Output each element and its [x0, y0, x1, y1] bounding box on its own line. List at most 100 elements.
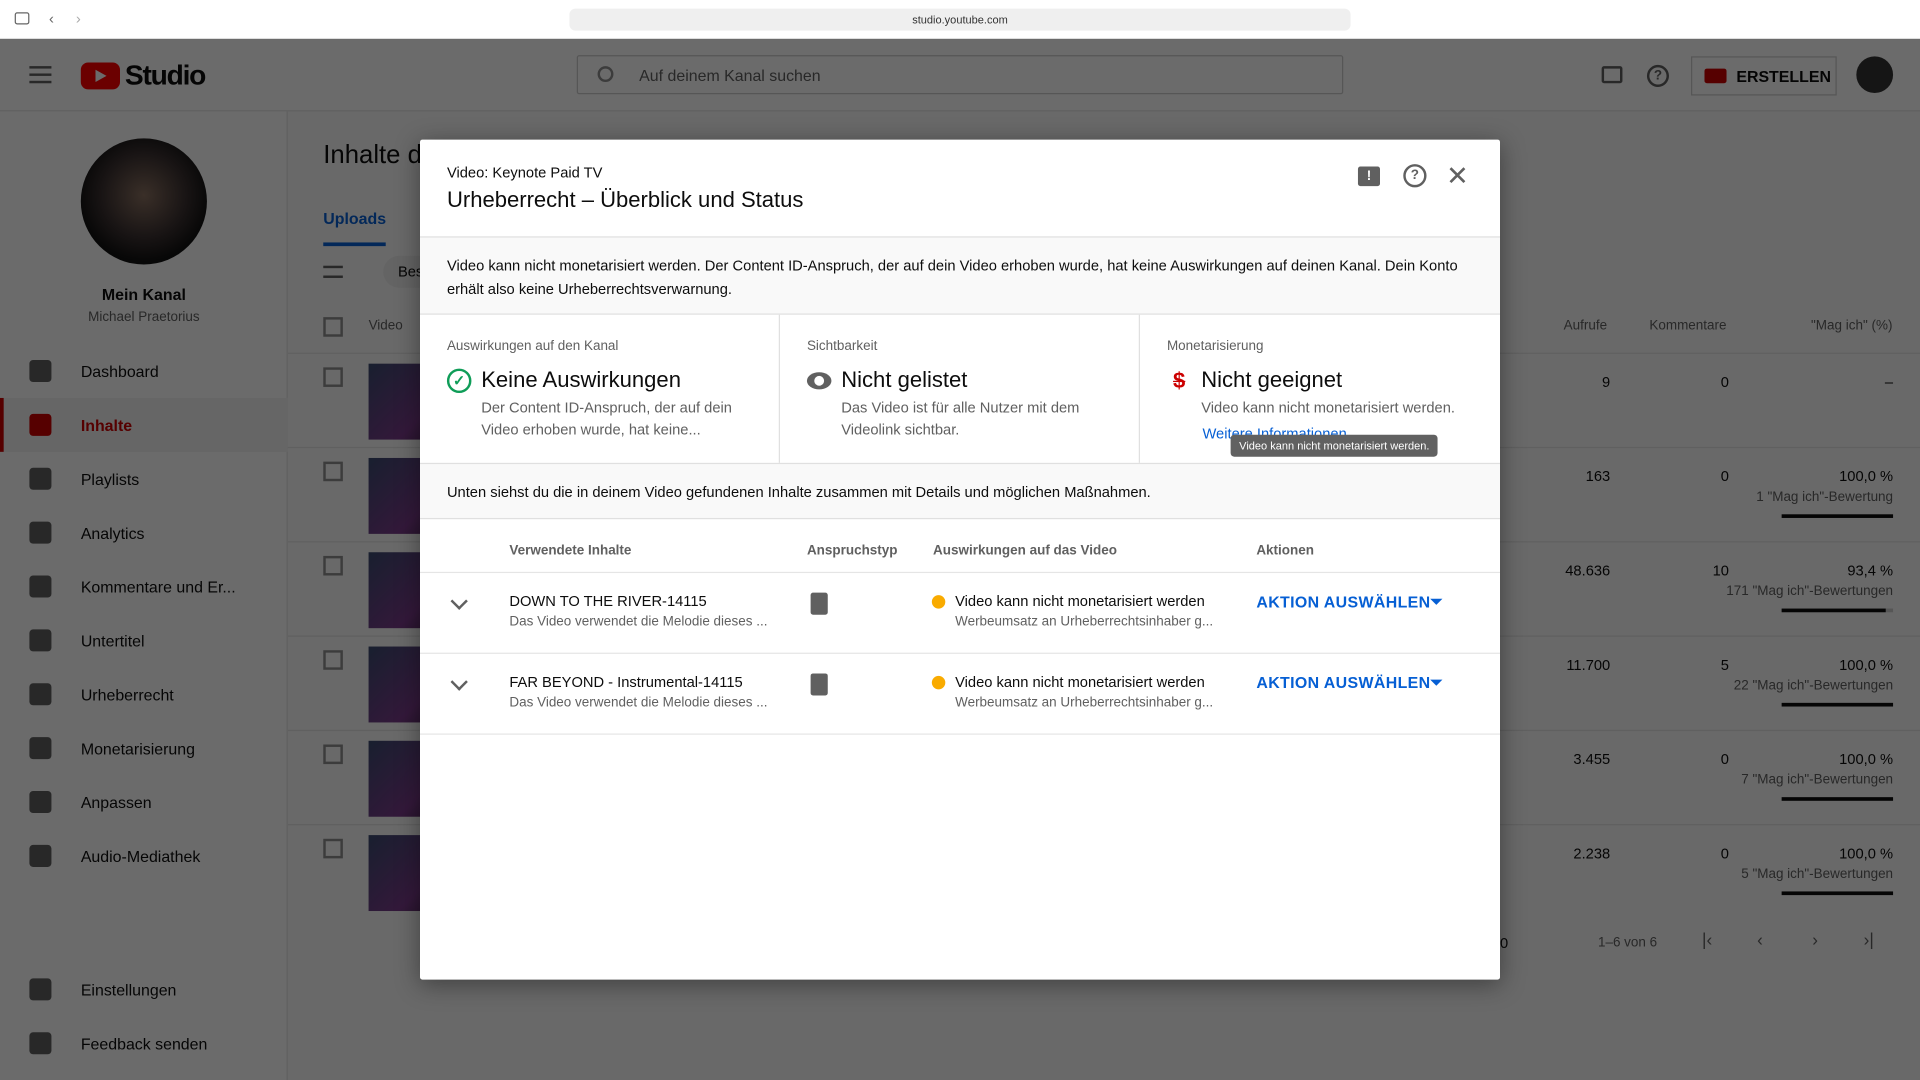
pagination-range: 1–6 von 6 — [1597, 935, 1658, 951]
sidebar-item-dashboard[interactable]: Dashboard — [0, 344, 288, 398]
likes-bar-fill — [1781, 891, 1894, 896]
row-checkbox[interactable] — [323, 744, 343, 765]
likes-bar — [1781, 797, 1894, 801]
comments-icon — [29, 575, 52, 598]
sidebar-item-feedback-senden[interactable]: Feedback senden — [0, 1016, 288, 1070]
col-likes[interactable]: "Mag ich" (%) — [1811, 318, 1892, 333]
row-checkbox[interactable] — [323, 650, 343, 670]
top-bar: Studio ? ERSTELLEN — [0, 39, 1920, 112]
likes-bar — [1781, 608, 1894, 613]
chevron-down-icon[interactable] — [450, 592, 468, 610]
sidebar-item-urheberrecht[interactable]: Urheberrecht — [0, 667, 288, 721]
comments: 0 — [1720, 373, 1729, 391]
prev-page-icon[interactable]: ‹ — [1757, 929, 1763, 949]
likes-count: 171 "Mag ich"-Bewertungen — [1726, 584, 1894, 599]
col-video: Video — [368, 318, 403, 334]
sidebar-item-label: Audio-Mediathek — [80, 846, 201, 866]
sidebar-toggle-icon[interactable] — [14, 12, 30, 25]
music-note-icon — [810, 592, 828, 615]
sidebar-item-inhalte[interactable]: Inhalte — [0, 397, 288, 452]
col-impact: Auswirkungen auf das Video — [933, 543, 1117, 559]
close-icon[interactable]: ✕ — [1446, 160, 1469, 192]
likes-count: 5 "Mag ich"-Bewertungen — [1741, 866, 1894, 882]
sidebar-item-analytics[interactable]: Analytics — [0, 506, 288, 560]
feedback-icon — [29, 1032, 52, 1055]
select-all-checkbox[interactable] — [323, 317, 343, 337]
sidebar-item-label: Dashboard — [80, 361, 159, 381]
chevron-down-icon[interactable] — [450, 673, 468, 691]
col-actions: Aktionen — [1256, 543, 1314, 559]
search-input[interactable] — [639, 63, 1325, 86]
sidebar-item-einstellungen[interactable]: Einstellungen — [0, 962, 288, 1016]
claim-row: DOWN TO THE RIVER-14115 Das Video verwend… — [420, 573, 1501, 654]
menu-icon[interactable] — [29, 66, 52, 84]
filter-icon[interactable] — [323, 265, 343, 278]
messages-icon[interactable] — [1601, 66, 1623, 84]
back-icon[interactable]: ‹ — [49, 10, 54, 27]
search-box[interactable] — [576, 55, 1344, 95]
help-icon[interactable]: ? — [1646, 64, 1669, 87]
dropdown-caret-icon[interactable] — [1430, 679, 1443, 686]
channel-avatar[interactable] — [80, 138, 207, 265]
notice-text: Video kann nicht monetarisiert werden. D… — [446, 257, 1458, 298]
create-button[interactable]: ERSTELLEN — [1691, 56, 1837, 96]
dropdown-caret-icon[interactable] — [1430, 598, 1443, 605]
claim-impact-sub: Werbeumsatz an Urheberrechtsinhaber g... — [955, 695, 1214, 711]
sidebar-item-label: Einstellungen — [80, 980, 177, 999]
comments: 0 — [1720, 467, 1729, 485]
sidebar-item-label: Kommentare und Er... — [80, 577, 236, 596]
status-value: Nicht gelistet — [841, 367, 968, 392]
copyright-icon — [29, 683, 52, 706]
help-icon[interactable]: ? — [1403, 164, 1427, 188]
dollar-icon — [29, 737, 52, 760]
views: 2.238 — [1573, 844, 1611, 863]
likes-percent: 100,0 % — [1839, 844, 1894, 863]
comments: 10 — [1712, 562, 1729, 580]
forward-icon[interactable]: › — [76, 10, 81, 27]
likes-percent: 100,0 % — [1839, 750, 1894, 768]
dialog-subtitle: Video: Keynote Paid TV — [446, 164, 603, 182]
likes-count: 7 "Mag ich"-Bewertungen — [1741, 772, 1894, 788]
select-action-button[interactable]: AKTION AUSWÄHLEN — [1256, 593, 1430, 611]
no-money-icon: $ — [1173, 368, 1186, 394]
sidebar-item-kommentare-und-er-[interactable]: Kommentare und Er... — [0, 560, 288, 614]
channel-name: Michael Praetorius — [88, 309, 200, 325]
tooltip: Video kann nicht monetarisiert werden. — [1230, 434, 1439, 457]
check-circle-icon: ✓ — [446, 368, 472, 394]
row-checkbox[interactable] — [323, 461, 343, 482]
sidebar-item-monetarisierung[interactable]: Monetarisierung — [0, 721, 288, 775]
row-checkbox[interactable] — [323, 838, 343, 859]
eye-icon — [806, 372, 832, 390]
sidebar-item-anpassen[interactable]: Anpassen — [0, 775, 288, 829]
likes-bar — [1781, 702, 1894, 707]
report-icon[interactable]: ! — [1357, 166, 1381, 187]
sidebar-item-audio-mediathek[interactable]: Audio-Mediathek — [0, 829, 288, 883]
views: 163 — [1585, 467, 1611, 485]
sidebar-item-playlists[interactable]: Playlists — [0, 452, 288, 506]
col-comments[interactable]: Kommentare — [1649, 318, 1726, 333]
customize-icon — [29, 791, 52, 814]
sidebar-item-label: Urheberrecht — [80, 685, 174, 704]
dialog-title: Urheberrecht – Überblick und Status — [446, 187, 804, 212]
next-page-icon[interactable]: › — [1812, 929, 1818, 949]
likes-percent: 100,0 % — [1839, 467, 1894, 485]
views: 9 — [1602, 373, 1611, 391]
likes-percent: 93,4 % — [1847, 562, 1894, 580]
youtube-logo-icon[interactable] — [80, 62, 121, 90]
account-avatar[interactable] — [1856, 56, 1894, 94]
rows-per-page[interactable]: 0 — [1500, 934, 1508, 951]
gear-icon — [29, 978, 52, 1001]
tab-uploads[interactable]: Uploads — [323, 209, 387, 247]
likes-percent: 100,0 % — [1839, 656, 1894, 674]
sidebar-item-untertitel[interactable]: Untertitel — [0, 613, 288, 667]
col-views[interactable]: Aufrufe — [1564, 318, 1607, 333]
select-action-button[interactable]: AKTION AUSWÄHLEN — [1256, 673, 1430, 691]
row-checkbox[interactable] — [323, 555, 343, 576]
channel-title: Mein Kanal — [101, 285, 186, 304]
row-checkbox[interactable] — [323, 367, 343, 387]
col-claim-type: Anspruchstyp — [806, 543, 898, 559]
first-page-icon[interactable]: |‹ — [1702, 929, 1712, 949]
url-bar[interactable]: studio.youtube.com — [569, 8, 1351, 31]
likes-count: 22 "Mag ich"-Bewertungen — [1733, 678, 1894, 694]
last-page-icon[interactable]: ›| — [1864, 929, 1874, 949]
